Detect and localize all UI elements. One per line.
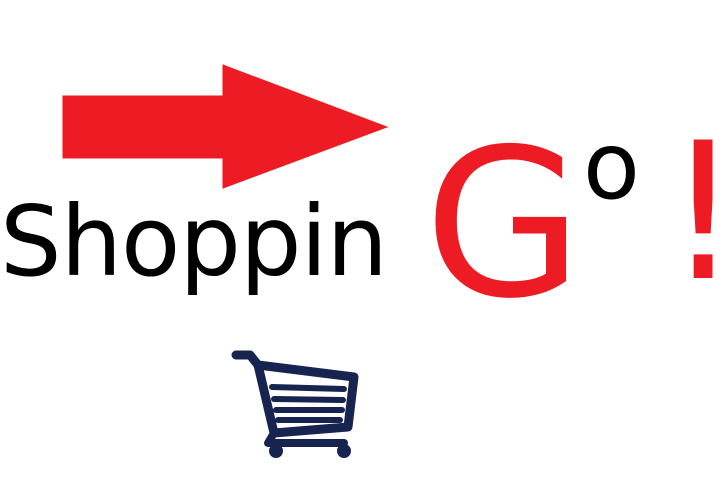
logo-letter-g: G: [424, 106, 583, 344]
cart-basket-line: [269, 384, 347, 392]
cart-wheel-right: [337, 444, 351, 458]
logo-text-shoppin: Shoppin: [0, 185, 388, 298]
arrow-shape: [62, 64, 389, 189]
cart-basket-line: [271, 396, 346, 403]
arrow-right-icon: [62, 64, 389, 189]
cart-wheel-left: [269, 444, 283, 458]
shopping-cart-icon: [231, 350, 359, 458]
logo-exclamation: !: [665, 118, 723, 308]
logo-letter-o: o: [583, 112, 640, 220]
logo-canvas: Shoppin G o !: [0, 0, 723, 492]
